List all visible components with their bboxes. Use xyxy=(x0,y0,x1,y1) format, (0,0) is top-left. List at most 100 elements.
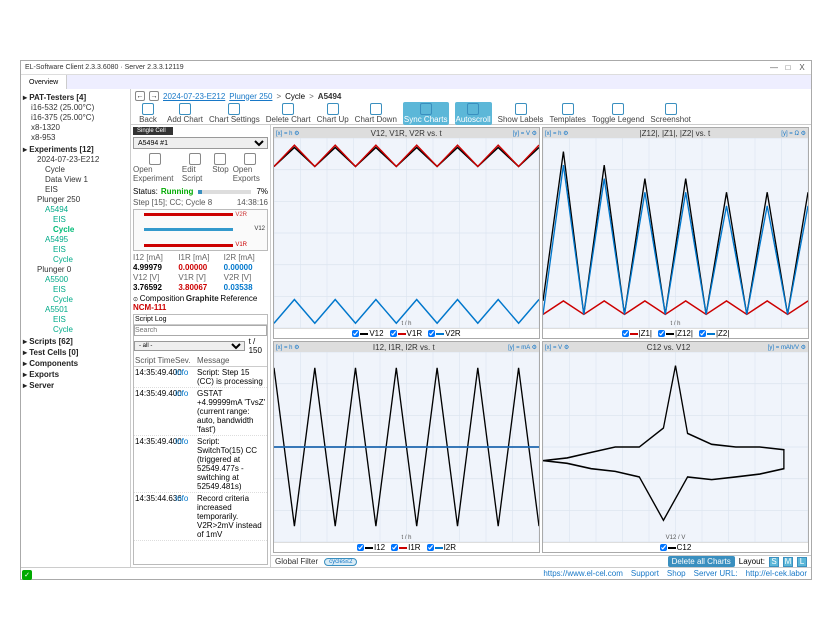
sidebar-item[interactable]: EIS xyxy=(23,185,128,195)
panel-action-buttons: Open ExperimentEdit ScriptStop Open Expor… xyxy=(133,153,268,183)
content-area: ← → 2024-07-23-E212 Plunger 250 > Cycle … xyxy=(131,89,811,567)
sidebar-item[interactable]: 2024-07-23-E212 xyxy=(23,155,128,165)
nav-back-button[interactable]: ← xyxy=(135,91,145,101)
sidebar-group[interactable]: ▸ Experiments [12] xyxy=(23,145,128,154)
script-log: Script Log - all - t / 150 Script Time S… xyxy=(133,314,268,565)
sidebar-item[interactable]: A5495 xyxy=(23,235,128,245)
log-search-input[interactable] xyxy=(134,325,267,336)
toolbar-add-chart[interactable]: Add Chart xyxy=(167,103,203,124)
toolbar-back[interactable]: Back xyxy=(135,103,161,124)
breadcrumb: ← → 2024-07-23-E212 Plunger 250 > Cycle … xyxy=(131,89,811,103)
sidebar-item[interactable]: x8-1320 xyxy=(23,123,128,133)
maximize-button[interactable]: □ xyxy=(783,63,793,72)
chart-1[interactable]: [x] = h ⚙|Z12|, |Z1|, |Z2| vs. t[y] = Ω … xyxy=(542,127,809,339)
cell-diagram: V2R V1R V12 xyxy=(133,209,268,251)
app-window: EL-Software Client 2.3.3.6080 · Server 2… xyxy=(20,60,812,580)
filter-pill[interactable]: cycles≤2 xyxy=(324,558,357,566)
panel-tab-single-cell[interactable]: Single Cell xyxy=(133,127,173,135)
layout-s-button[interactable]: S xyxy=(769,557,779,567)
toolbar-autoscroll[interactable]: Autoscroll xyxy=(455,102,492,125)
charts-footer: Global Filter cycles≤2 Delete all Charts… xyxy=(271,555,811,567)
toolbar-screenshot[interactable]: Screenshot xyxy=(650,103,690,124)
sidebar-item[interactable]: i16-375 (25.00°C) xyxy=(23,113,128,123)
script-log-title[interactable]: Script Log xyxy=(134,315,267,325)
sidebar-item[interactable]: i16-532 (25.00°C) xyxy=(23,103,128,113)
sidebar: ▸ PAT-Testers [4]i16-532 (25.00°C)i16-37… xyxy=(21,89,131,567)
sidebar-item[interactable]: Data View 1 xyxy=(23,175,128,185)
toolbar-templates[interactable]: Templates xyxy=(549,103,585,124)
breadcrumb-cell: A5494 xyxy=(318,92,342,101)
sidebar-item[interactable]: EIS xyxy=(23,245,128,255)
sidebar-group[interactable]: ▸ Server xyxy=(23,381,128,390)
chart-2[interactable]: [x] = h ⚙I12, I1R, I2R vs. t[y] = mA ⚙t … xyxy=(273,341,540,553)
toolbar-show-labels[interactable]: Show Labels xyxy=(498,103,544,124)
breadcrumb-plunger[interactable]: Plunger 250 xyxy=(229,92,272,101)
chart-0[interactable]: [x] = h ⚙V12, V1R, V2R vs. t[y] = V ⚙t /… xyxy=(273,127,540,339)
breadcrumb-cycle: Cycle xyxy=(285,92,305,101)
link-support[interactable]: Support xyxy=(631,569,659,578)
sidebar-group[interactable]: ▸ Test Cells [0] xyxy=(23,348,128,357)
panel-open-experiment[interactable]: Open Experiment xyxy=(133,153,178,183)
sidebar-item[interactable]: A5494 xyxy=(23,205,128,215)
sidebar-group[interactable]: ▸ Scripts [62] xyxy=(23,337,128,346)
close-button[interactable]: X xyxy=(797,63,807,72)
control-panel: Single Cell A5494 #1 Open ExperimentEdit… xyxy=(131,125,271,567)
log-filter-row: - all - t / 150 xyxy=(134,337,267,355)
status-value: Running xyxy=(161,187,193,196)
link-shop[interactable]: Shop xyxy=(667,569,686,578)
panel-stop[interactable]: Stop xyxy=(212,153,228,183)
sidebar-item[interactable]: Cycle xyxy=(23,165,128,175)
sidebar-item[interactable]: Cycle xyxy=(23,325,128,335)
breadcrumb-experiment[interactable]: 2024-07-23-E212 xyxy=(163,92,225,101)
value-grid: I12 [mA]I1R [mA]I2R [mA]4.999790.000000.… xyxy=(133,253,268,292)
composition-line: ⊙ Composition Graphite Reference NCM-111 xyxy=(133,294,268,312)
sidebar-item[interactable]: Plunger 250 xyxy=(23,195,128,205)
work-row: Single Cell A5494 #1 Open ExperimentEdit… xyxy=(131,125,811,567)
main-tabbar: Overview xyxy=(21,75,811,89)
log-filter-select[interactable]: - all - xyxy=(134,341,245,351)
log-row: 14:35:49.400InfoGSTAT +4.99999mA 'TvsZ' … xyxy=(134,388,267,436)
sidebar-item[interactable]: Plunger 0 xyxy=(23,265,128,275)
toolbar-delete-chart[interactable]: Delete Chart xyxy=(266,103,311,124)
toolbar-chart-settings[interactable]: Chart Settings xyxy=(209,103,260,124)
tab-overview[interactable]: Overview xyxy=(21,75,67,89)
panel-edit-script[interactable]: Edit Script xyxy=(182,153,208,183)
sidebar-item[interactable]: EIS xyxy=(23,315,128,325)
log-row: 14:35:44.636InfoRecord criteria increase… xyxy=(134,493,267,541)
layout-m-button[interactable]: M xyxy=(783,557,793,567)
progress-pct: 7% xyxy=(256,187,268,196)
link-homepage[interactable]: https://www.el-cel.com xyxy=(543,569,623,578)
toolbar-sync-charts[interactable]: Sync Charts xyxy=(403,102,449,125)
chart-toolbar: Back Add Chart Chart Settings Delete Chart C… xyxy=(131,103,811,125)
nav-forward-button[interactable]: → xyxy=(149,91,159,101)
cell-selector[interactable]: A5494 #1 xyxy=(133,137,268,149)
window-buttons: — □ X xyxy=(769,63,807,72)
server-url[interactable]: http://el-cek.labor xyxy=(746,569,807,578)
step-line: Step [15]; CC; Cycle 8 14:38:16 xyxy=(133,198,268,207)
sidebar-item[interactable]: Cycle xyxy=(23,295,128,305)
sidebar-item[interactable]: Cycle xyxy=(23,225,128,235)
sidebar-item[interactable]: A5501 xyxy=(23,305,128,315)
layout-l-button[interactable]: L xyxy=(797,557,807,567)
sidebar-item[interactable]: Cycle xyxy=(23,255,128,265)
sidebar-item[interactable]: x8-953 xyxy=(23,133,128,143)
log-rows: 14:35:49.400InfoScript: Step 15 (CC) is … xyxy=(134,367,267,564)
toolbar-toggle-legend[interactable]: Toggle Legend xyxy=(592,103,645,124)
delete-all-charts-button[interactable]: Delete all Charts xyxy=(668,556,735,567)
window-title: EL-Software Client 2.3.3.6080 · Server 2… xyxy=(25,64,769,71)
sidebar-item[interactable]: EIS xyxy=(23,285,128,295)
toolbar-chart-up[interactable]: Chart Up xyxy=(317,103,349,124)
minimize-button[interactable]: — xyxy=(769,63,779,72)
toolbar-chart-down[interactable]: Chart Down xyxy=(355,103,397,124)
sidebar-item[interactable]: EIS xyxy=(23,215,128,225)
titlebar: EL-Software Client 2.3.3.6080 · Server 2… xyxy=(21,61,811,75)
chart-3[interactable]: [x] = V ⚙C12 vs. V12[y] = mAh/V ⚙V12 / V… xyxy=(542,341,809,553)
sidebar-group[interactable]: ▸ PAT-Testers [4] xyxy=(23,93,128,102)
panel-open-exports[interactable]: Open Exports xyxy=(233,153,268,183)
log-columns: Script Time Sev. Message xyxy=(134,355,267,367)
sidebar-group[interactable]: ▸ Exports xyxy=(23,370,128,379)
statusbar: https://www.el-cel.com Support Shop Serv… xyxy=(21,567,811,579)
sidebar-group[interactable]: ▸ Components xyxy=(23,359,128,368)
charts-area: [x] = h ⚙V12, V1R, V2R vs. t[y] = V ⚙t /… xyxy=(271,125,811,567)
sidebar-item[interactable]: A5500 xyxy=(23,275,128,285)
